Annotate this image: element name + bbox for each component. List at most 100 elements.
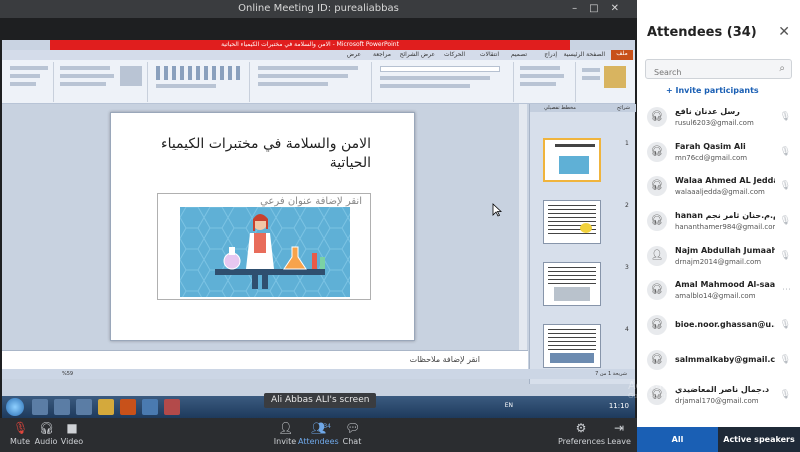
notes-hint: انقر لإضافة ملاحظات xyxy=(409,355,480,364)
attendee-row[interactable]: 🎧︎ Amal Mahmood Al-saa... amalblo14@gmail.… xyxy=(637,273,800,308)
preferences-label: Preferences xyxy=(558,437,606,446)
attendee-name: Farah Qasim Ali xyxy=(675,141,746,151)
slide-canvas[interactable]: الامن والسلامة في مختبرات الكيمياء الحيا… xyxy=(110,112,415,341)
taskbar-app-icon[interactable] xyxy=(164,399,180,415)
headset-icon: 🎧︎ xyxy=(39,421,55,435)
people-icon: 👥︎ 34 xyxy=(311,421,331,435)
add-person-icon: 👤︎ xyxy=(278,421,294,435)
video-label: Video xyxy=(60,437,84,446)
ppt-tab-file[interactable]: ملف xyxy=(611,50,633,60)
slide-title[interactable]: الامن والسلامة في مختبرات الكيمياء الحيا… xyxy=(121,135,371,173)
minimize-button[interactable]: – xyxy=(572,3,589,14)
tab-active-speakers[interactable]: Active speakers xyxy=(718,427,800,452)
ribbon-group-paragraph[interactable] xyxy=(252,62,372,102)
taskbar-language[interactable]: EN xyxy=(505,402,513,409)
slide-thumbnail[interactable] xyxy=(543,324,601,368)
ribbon-group-editing[interactable] xyxy=(6,62,54,102)
headset-icon: 🎧︎ xyxy=(647,211,667,232)
ppt-statusbar: شريحة 1 من 7 %59 xyxy=(2,369,635,379)
watermark-line2: Go to Settings to activate Windows. xyxy=(628,392,754,400)
attendee-search[interactable]: ⌕ xyxy=(645,59,792,82)
ppt-title-text: الامن والسلامة في مختبرات الكيمياء الحيا… xyxy=(50,40,570,50)
attendee-name: hanan م.م.حنان ثامر نجم xyxy=(675,211,775,221)
close-icon[interactable]: ✕ xyxy=(778,24,790,40)
taskbar-app-icon[interactable] xyxy=(76,399,92,415)
preferences-button[interactable]: ⚙ Preferences xyxy=(558,421,606,447)
microphone-icon: 🎙︎ xyxy=(779,354,791,365)
ribbon-group-drawing[interactable] xyxy=(150,62,250,102)
ribbon-group-clipboard[interactable] xyxy=(578,62,633,102)
taskbar-app-icon[interactable] xyxy=(142,399,158,415)
lab-scientist-image xyxy=(180,207,350,297)
slide-thumbnail[interactable] xyxy=(543,200,601,244)
window-title: Online Meeting ID: purealiabbas xyxy=(238,3,399,14)
attendee-row[interactable]: 🎧︎ Farah Qasim Ali mn76cd@gmail.com 🎙︎ xyxy=(637,135,800,170)
headset-icon: 🎧︎ xyxy=(647,280,667,301)
ppt-tab-design[interactable]: تصميم xyxy=(511,51,527,58)
leave-label: Leave xyxy=(607,437,631,446)
attendee-email: amalblo14@gmail.com xyxy=(675,292,756,301)
search-input[interactable] xyxy=(646,63,766,82)
notes-pane[interactable]: انقر لإضافة ملاحظات xyxy=(2,350,528,370)
invite-label: Invite xyxy=(273,437,297,446)
slide-scrollbar[interactable] xyxy=(519,104,527,350)
gear-icon: ⚙ xyxy=(575,421,587,435)
microphone-icon: 🎙︎ xyxy=(779,181,791,192)
chat-label: Chat xyxy=(342,437,362,446)
taskbar-app-icon[interactable] xyxy=(32,399,48,415)
ppt-tab-view[interactable]: عرض xyxy=(347,51,361,58)
attendee-row[interactable]: 🎧︎ رسل عدنان نافع rusul6203@gmail.com 🎙︎ xyxy=(637,100,800,135)
attendees-count-badge: 34 xyxy=(323,423,331,430)
close-window-button[interactable]: ✕ xyxy=(611,3,631,14)
person-icon: 👤︎ xyxy=(647,245,667,266)
attendees-title: Attendees (34) xyxy=(647,25,757,40)
slide-thumbnail[interactable] xyxy=(543,262,601,306)
more-icon[interactable]: ⋯ xyxy=(782,285,791,295)
attendee-row[interactable]: 🎧︎ salmmalkaby@gmail.co... 🎙︎ xyxy=(637,343,800,378)
mouse-cursor-icon xyxy=(492,203,502,217)
chat-button[interactable]: 💬︎ Chat xyxy=(332,422,372,447)
attendee-row[interactable]: 🎧︎ bioe.noor.ghassan@u... 🎙︎ xyxy=(637,308,800,343)
attendee-name: salmmalkaby@gmail.co... xyxy=(675,354,775,364)
maximize-button[interactable]: □ xyxy=(589,3,610,14)
invite-participants-link[interactable]: + Invite participants xyxy=(666,86,759,95)
ppt-tab-transitions[interactable]: انتقالات xyxy=(480,51,499,58)
zoom-level[interactable]: %59 xyxy=(62,371,73,377)
ppt-ribbon-tabs: ملف الصفحة الرئيسية إدراج تصميم انتقالات… xyxy=(2,50,635,60)
ppt-ribbon xyxy=(2,60,635,104)
camera-icon: ■ xyxy=(66,421,78,435)
attendee-email: mn76cd@gmail.com xyxy=(675,153,748,162)
ppt-tab-review[interactable]: مراجعة xyxy=(373,51,391,58)
ribbon-group-font[interactable] xyxy=(374,62,514,102)
panel-tab-outline[interactable]: مخطط تفصيلي xyxy=(544,105,576,111)
taskbar-app-icon[interactable] xyxy=(54,399,70,415)
headset-icon: 🎧︎ xyxy=(647,141,667,162)
attendee-row[interactable]: 🎧︎ hanan م.م.حنان ثامر نجم hananthamer984@… xyxy=(637,204,800,239)
attendee-name: رسل عدنان نافع xyxy=(675,107,740,116)
ppt-tab-insert[interactable]: إدراج xyxy=(544,51,557,58)
slide-number: 2 xyxy=(625,202,629,209)
taskbar-app-icon[interactable] xyxy=(98,399,114,415)
microphone-icon: 🎙︎ xyxy=(779,146,791,157)
attendee-name: bioe.noor.ghassan@u... xyxy=(675,320,775,330)
ppt-tab-home[interactable]: الصفحة الرئيسية xyxy=(564,51,605,58)
slide-thumbnail[interactable] xyxy=(543,138,601,182)
video-button[interactable]: ■ Video xyxy=(52,421,92,447)
microphone-icon: 🎙︎ xyxy=(779,216,791,227)
powerpoint-taskbar-icon[interactable] xyxy=(120,399,136,415)
tab-all[interactable]: All xyxy=(637,427,718,452)
microphone-icon: 🎙︎ xyxy=(779,112,791,122)
subtitle-placeholder[interactable]: انقر لإضافة عنوان فرعي xyxy=(157,193,371,300)
ppt-tab-animations[interactable]: الحركات xyxy=(444,51,465,58)
ppt-workarea: الامن والسلامة في مختبرات الكيمياء الحيا… xyxy=(2,104,636,418)
attendee-email: walaaaljedda@gmail.com xyxy=(675,188,765,197)
ppt-tab-slideshow[interactable]: عرض الشرائح xyxy=(400,51,435,58)
start-button[interactable] xyxy=(6,398,24,416)
ribbon-group-styles[interactable] xyxy=(56,62,148,102)
panel-tab-slides[interactable]: شرائح xyxy=(617,105,630,111)
window-controls[interactable]: –□✕ xyxy=(572,0,631,18)
ribbon-group-slides[interactable] xyxy=(516,62,576,102)
attendee-row[interactable]: 🎧︎ Walaa Ahmed AL Jedda walaaaljedda@gmail… xyxy=(637,169,800,204)
leave-button[interactable]: ⇥ Leave xyxy=(599,422,639,447)
attendee-row[interactable]: 👤︎ Najm Abdullah Jumaah drnajm2014@gmail.c… xyxy=(637,239,800,274)
